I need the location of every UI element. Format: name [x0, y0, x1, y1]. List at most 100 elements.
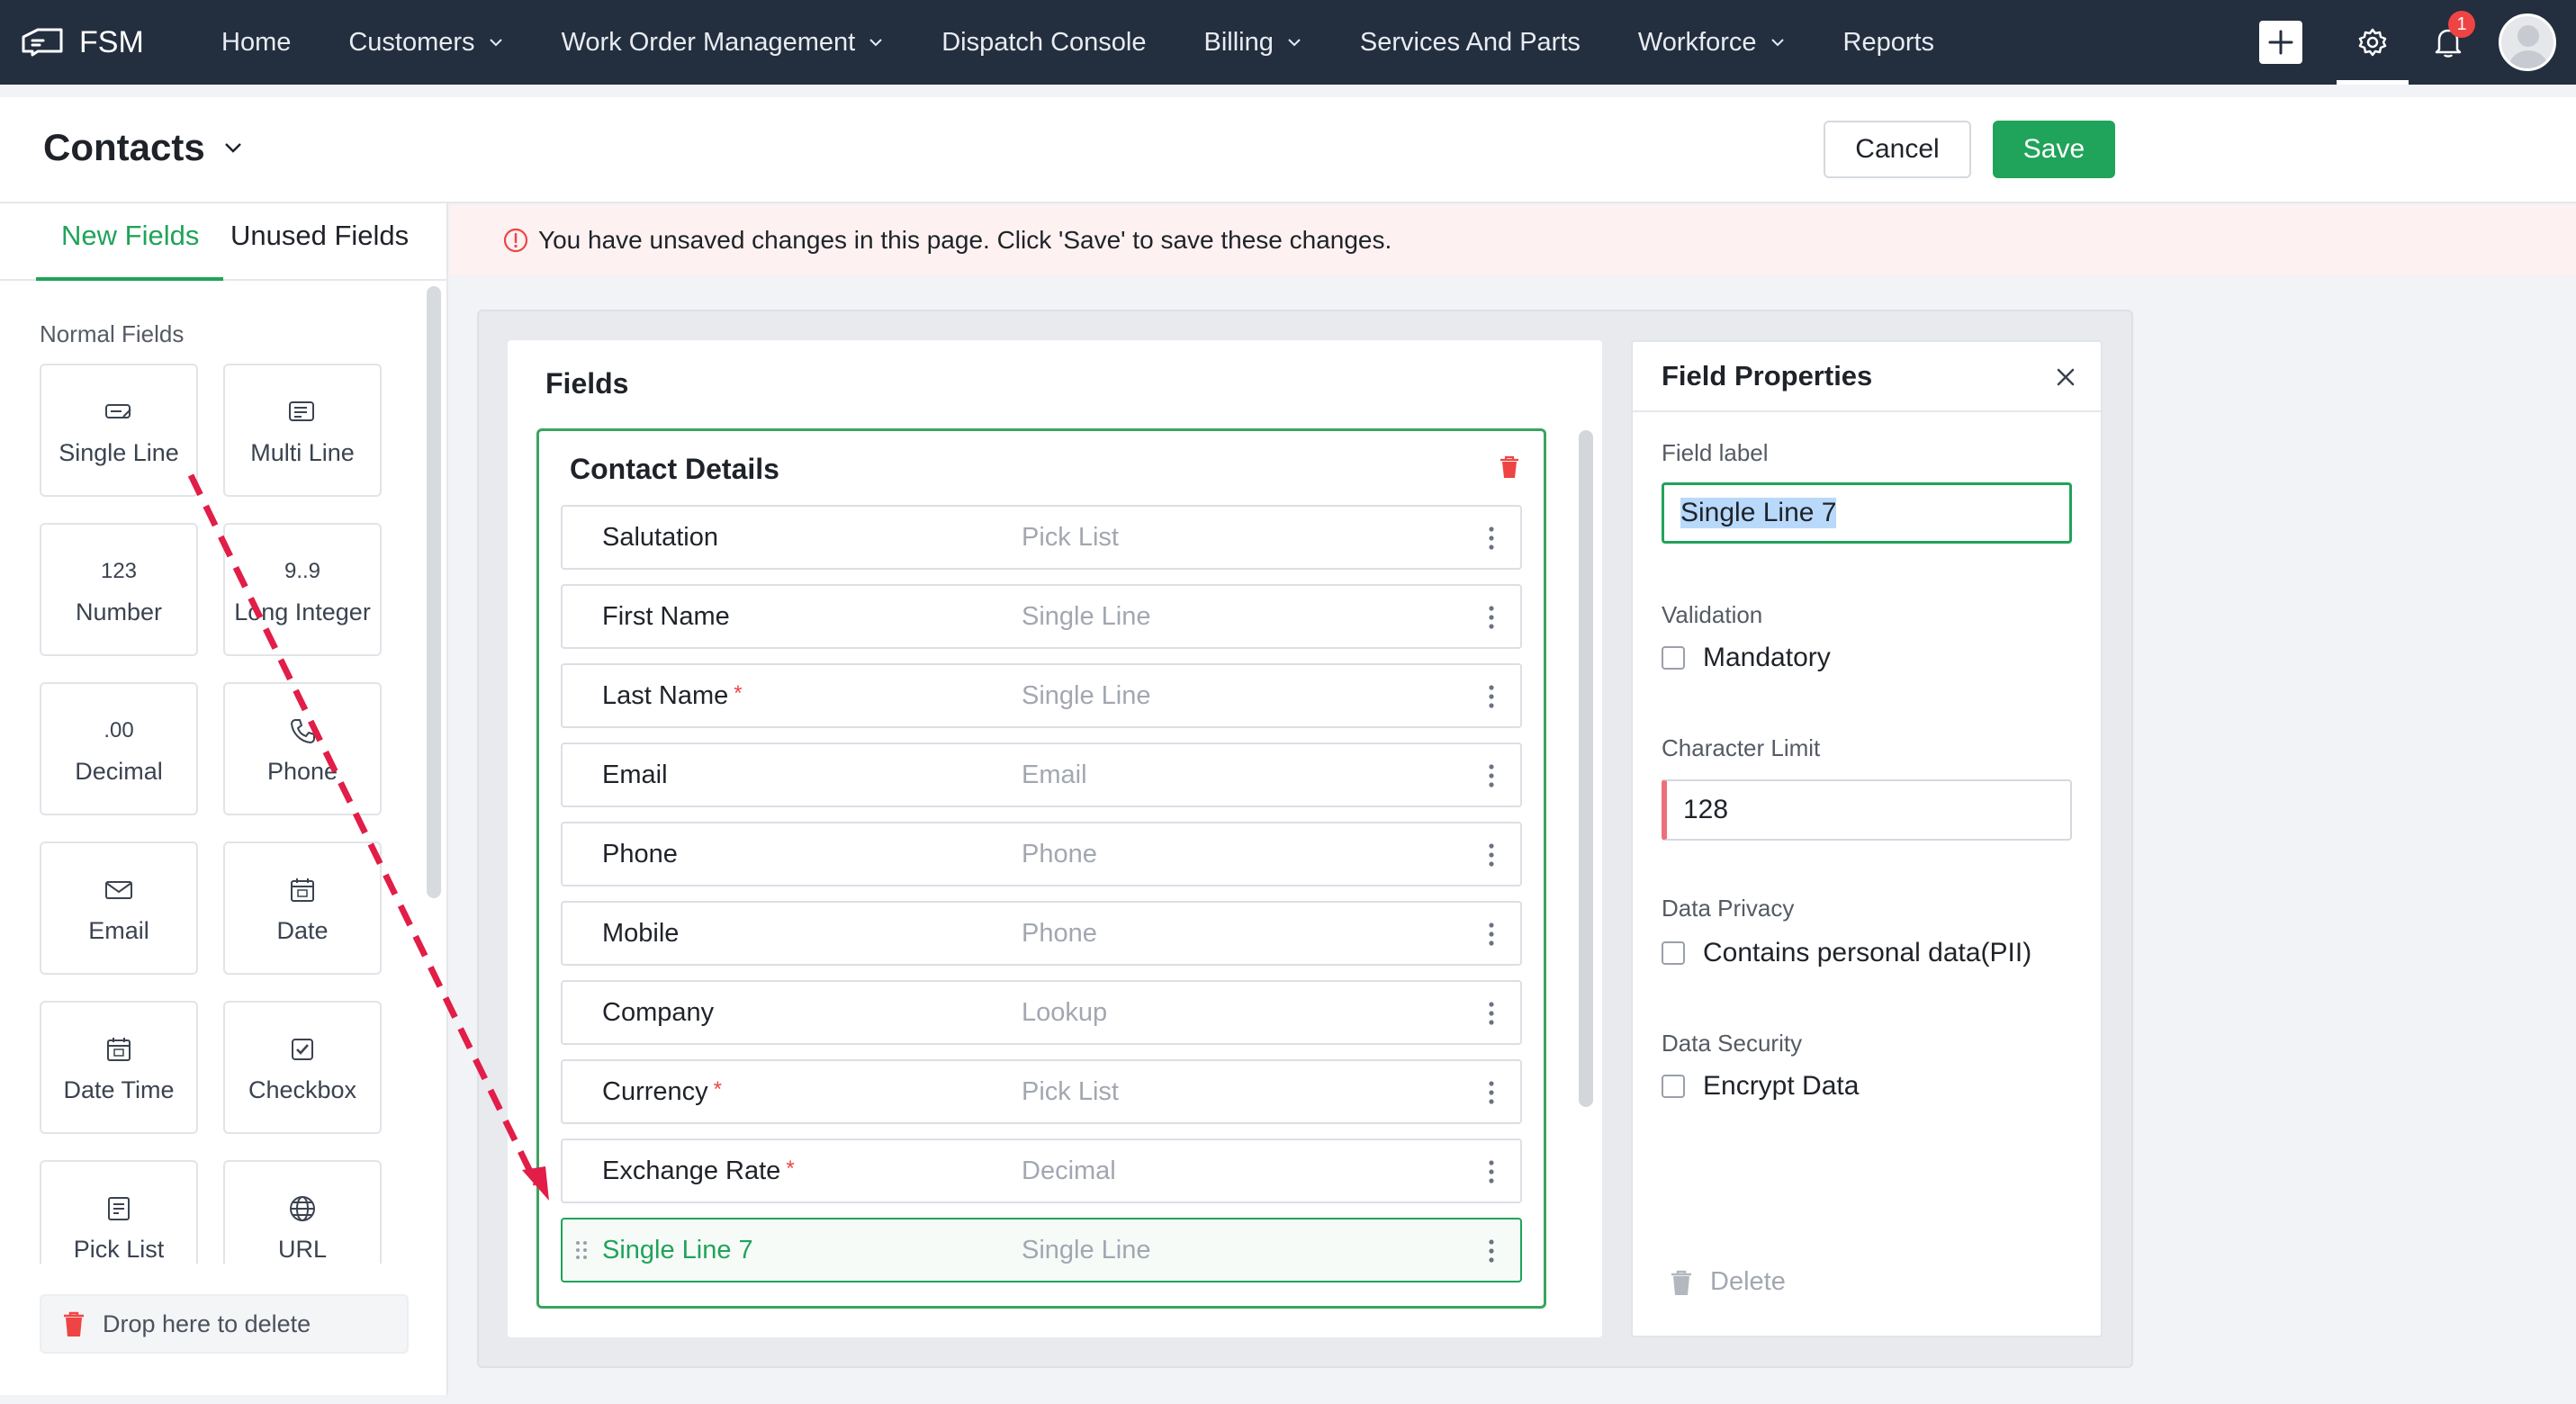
field-label-input[interactable]: Single Line 7 [1662, 482, 2072, 544]
field-properties-panel: Field Properties Field label Single Line… [1631, 340, 2103, 1337]
brand-name: FSM [79, 24, 144, 59]
tab-unused-fields[interactable]: Unused Fields [230, 220, 409, 252]
more-options-icon[interactable] [1488, 1079, 1495, 1106]
field-type-pick-list[interactable]: Pick List [40, 1160, 198, 1264]
banner-message: You have unsaved changes in this page. C… [538, 226, 1392, 254]
page-title: Contacts [43, 126, 205, 168]
tab-new-fields[interactable]: New Fields [61, 220, 199, 252]
delete-field-button[interactable]: Delete [1669, 1267, 1786, 1297]
field-type-grid: Single Line Multi Line 123 Number 9..9 Long I… [40, 364, 391, 1264]
nav-item-billing[interactable]: Billing [1204, 28, 1302, 58]
top-nav: FSM Home Customers Work Order Management Di… [0, 0, 2576, 85]
field-row[interactable]: Phone Phone [561, 822, 1522, 886]
mandatory-checkbox[interactable]: Mandatory [1662, 643, 1831, 673]
pick-list-icon [104, 1191, 133, 1227]
pii-checkbox[interactable]: Contains personal data(PII) [1662, 938, 2031, 968]
field-type-label: Long Integer [234, 598, 371, 626]
unsaved-changes-banner: You have unsaved changes in this page. C… [450, 205, 2576, 275]
field-type-label: Email [88, 916, 149, 944]
field-type-url[interactable]: URL [223, 1160, 382, 1264]
field-type-label: Phone [266, 757, 338, 785]
more-options-icon[interactable] [1488, 1000, 1495, 1027]
drag-handle-icon[interactable] [575, 1239, 588, 1261]
field-row[interactable]: Email Email [561, 742, 1522, 807]
properties-header: Field Properties [1633, 342, 2101, 412]
char-limit-input[interactable]: 128 [1662, 779, 2072, 841]
nav-item-home[interactable]: Home [221, 28, 291, 58]
brand[interactable]: FSM [20, 24, 200, 60]
more-options-icon[interactable] [1488, 525, 1495, 552]
normal-fields-label: Normal Fields [40, 320, 185, 347]
close-icon[interactable] [2054, 365, 2077, 389]
field-type-number[interactable]: 123 Number [40, 523, 198, 656]
field-name: Last Name * [602, 681, 743, 711]
chevron-down-icon [869, 39, 882, 47]
nav-item-reports[interactable]: Reports [1843, 28, 1935, 58]
more-options-icon[interactable] [1488, 1238, 1495, 1264]
url-icon [287, 1191, 318, 1227]
char-limit-value: 128 [1683, 795, 1729, 824]
nav-actions: 1 [2259, 0, 2576, 85]
field-type-date[interactable]: Date [223, 842, 382, 975]
more-options-icon[interactable] [1488, 1158, 1495, 1185]
encrypt-checkbox[interactable]: Encrypt Data [1662, 1071, 1859, 1102]
field-row[interactable]: First Name Single Line [561, 584, 1522, 649]
field-name-text: Phone [602, 839, 678, 868]
field-type: Phone [1022, 839, 1097, 868]
checkbox-box [1662, 646, 1685, 670]
more-options-icon[interactable] [1488, 762, 1495, 789]
module-selector[interactable]: Contacts [43, 126, 243, 169]
field-type-label: Single Line [59, 438, 179, 466]
nav-item-workforce[interactable]: Workforce [1638, 28, 1786, 58]
contact-details-section[interactable]: Contact Details Salutation Pick List First… [536, 428, 1546, 1309]
nav-item-customers[interactable]: Customers [348, 28, 503, 58]
number-icon: 123 [100, 558, 138, 583]
field-type-label: Checkbox [248, 1076, 357, 1103]
nav-item-work-order-management[interactable]: Work Order Management [562, 28, 885, 58]
quick-create-button[interactable] [2259, 21, 2302, 64]
save-button[interactable]: Save [1993, 121, 2115, 178]
settings-button[interactable] [2337, 0, 2409, 85]
info-icon [503, 228, 528, 253]
field-name: Mobile [602, 919, 679, 949]
field-row[interactable]: Exchange Rate * Decimal [561, 1138, 1522, 1203]
required-marker: * [713, 1076, 722, 1102]
nav-item-services-and-parts[interactable]: Services And Parts [1360, 28, 1581, 58]
field-type-label: Decimal [75, 757, 163, 785]
delete-section-icon[interactable] [1499, 454, 1520, 480]
checkbox-icon [288, 1031, 317, 1067]
field-label-value: Single Line 7 [1680, 498, 1837, 528]
field-type-checkbox[interactable]: Checkbox [223, 1001, 382, 1134]
field-type-decimal[interactable]: .00 Decimal [40, 682, 198, 815]
more-options-icon[interactable] [1488, 842, 1495, 868]
field-row[interactable]: Currency * Pick List [561, 1059, 1522, 1124]
palette-scrollbar[interactable] [427, 286, 441, 898]
field-row[interactable]: Mobile Phone [561, 901, 1522, 966]
more-options-icon[interactable] [1488, 683, 1495, 710]
field-row[interactable]: Single Line 7 Single Line [561, 1218, 1522, 1282]
nav-item-dispatch-console[interactable]: Dispatch Console [941, 28, 1146, 58]
multi-line-icon [287, 394, 318, 430]
delete-drop-zone[interactable]: Drop here to delete [40, 1294, 409, 1354]
field-type-email[interactable]: Email [40, 842, 198, 975]
fields-scrollbar[interactable] [1579, 430, 1593, 1107]
field-type: Pick List [1022, 522, 1119, 552]
field-row[interactable]: Last Name * Single Line [561, 663, 1522, 728]
chevron-down-icon [1288, 39, 1301, 47]
field-type-single-line[interactable]: Single Line [40, 364, 198, 497]
chevron-down-icon [224, 143, 241, 153]
field-row[interactable]: Company Lookup [561, 980, 1522, 1045]
phone-icon [288, 713, 317, 749]
field-row[interactable]: Salutation Pick List [561, 505, 1522, 570]
date-icon [288, 872, 317, 908]
more-options-icon[interactable] [1488, 604, 1495, 631]
field-type-long-integer[interactable]: 9..9 Long Integer [223, 523, 382, 656]
fsm-logo-icon [22, 28, 63, 57]
notifications-button[interactable]: 1 [2421, 0, 2475, 85]
avatar[interactable] [2499, 14, 2556, 71]
field-type-phone[interactable]: Phone [223, 682, 382, 815]
more-options-icon[interactable] [1488, 921, 1495, 948]
cancel-button[interactable]: Cancel [1824, 121, 1971, 178]
field-type-multi-line[interactable]: Multi Line [223, 364, 382, 497]
field-type-date-time[interactable]: Date Time [40, 1001, 198, 1134]
